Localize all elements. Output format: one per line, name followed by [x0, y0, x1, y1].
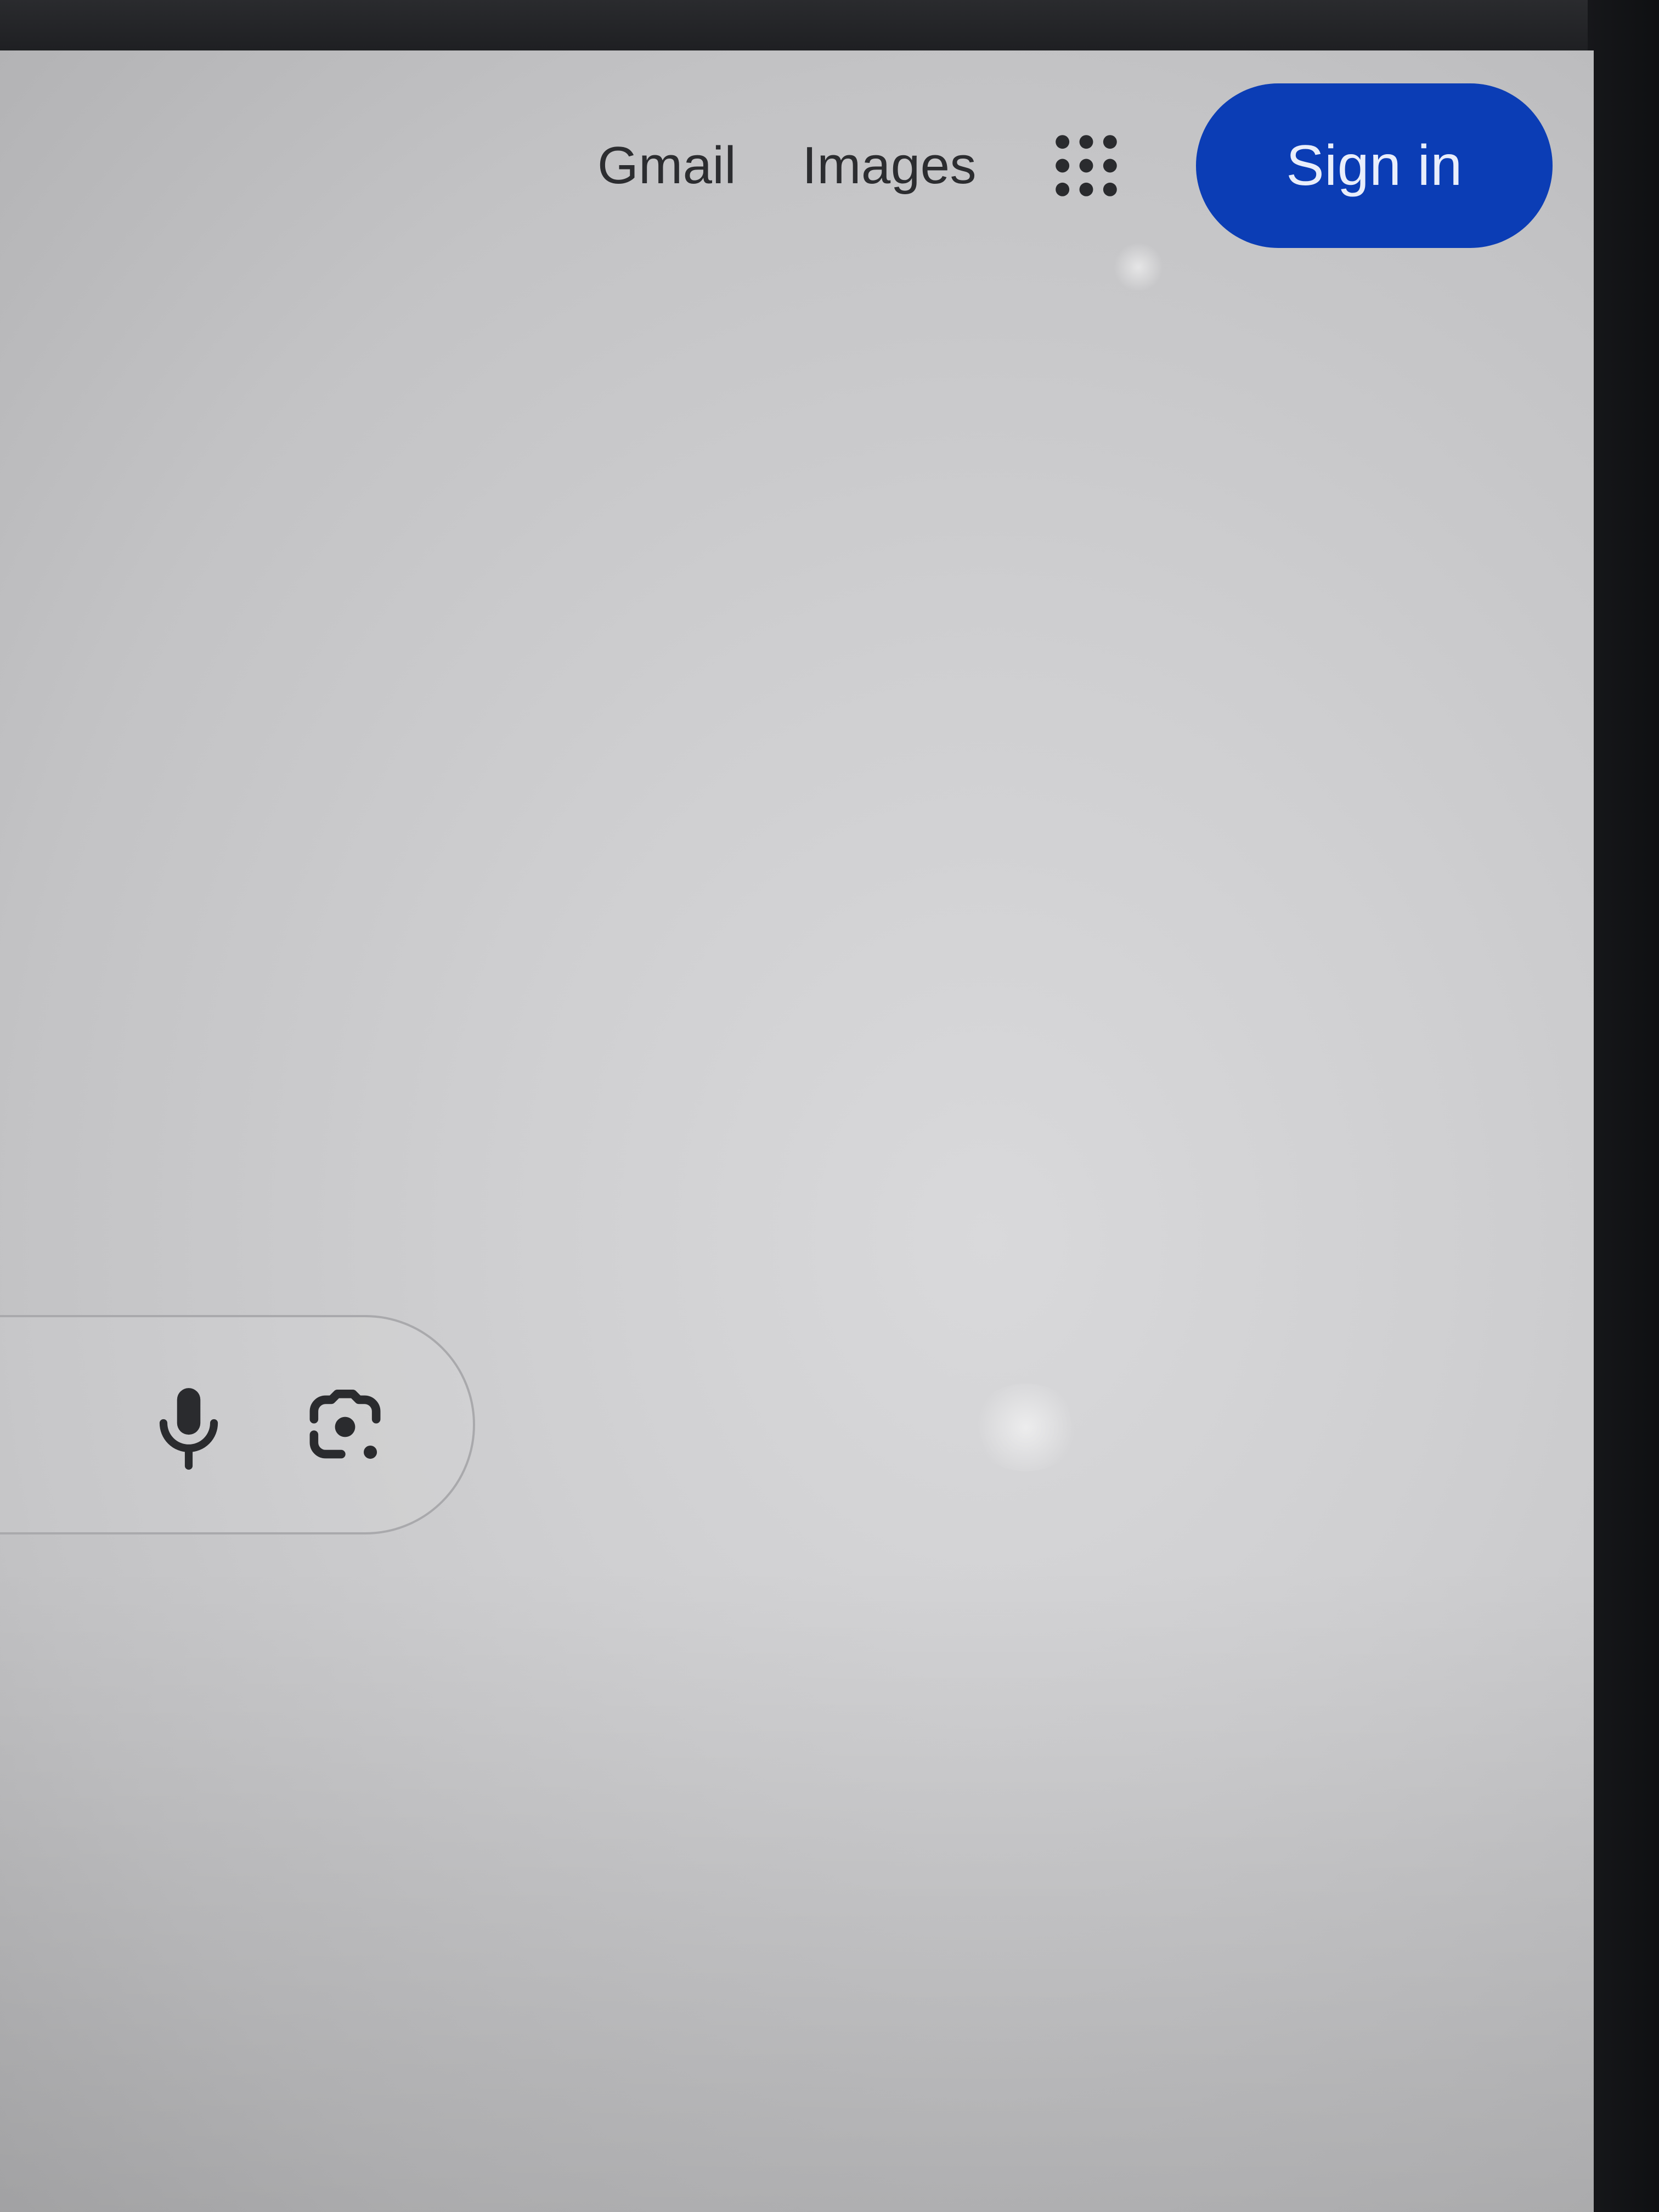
image-search-button[interactable] [296, 1378, 394, 1476]
images-link[interactable]: Images [802, 136, 977, 196]
monitor-bezel-right [1588, 0, 1659, 2212]
apps-grid-icon [1056, 135, 1117, 196]
top-nav: Gmail Images Sign in [597, 83, 1553, 248]
apps-button[interactable] [1042, 122, 1130, 210]
browser-page: Gmail Images Sign in [0, 50, 1594, 2212]
sign-in-button[interactable]: Sign in [1196, 83, 1553, 248]
search-bar[interactable] [0, 1315, 475, 1534]
screen-glare [971, 1384, 1081, 1471]
screen-glare [1114, 242, 1163, 292]
search-input[interactable] [0, 1317, 103, 1533]
photo-frame: Gmail Images Sign in [0, 0, 1659, 2212]
microphone-icon [159, 1388, 218, 1470]
camera-lens-icon [309, 1390, 381, 1459]
voice-search-button[interactable] [139, 1378, 238, 1476]
monitor-bezel-top [0, 0, 1659, 52]
gmail-link[interactable]: Gmail [597, 136, 736, 196]
